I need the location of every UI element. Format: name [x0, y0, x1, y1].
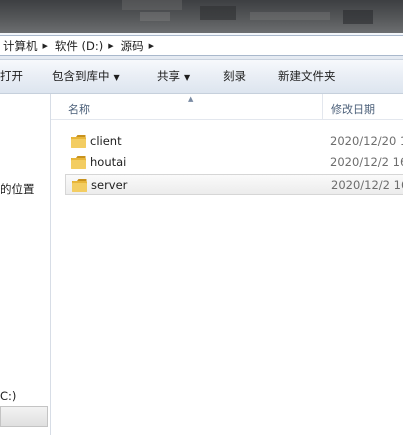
new-folder-label: 新建文件夹 — [278, 69, 336, 83]
file-date: 2020/12/2 16 — [330, 155, 403, 169]
breadcrumb-arrow-icon[interactable]: ▶ — [40, 42, 51, 50]
window-title-bar — [0, 0, 403, 33]
include-in-library-button[interactable]: 包含到库中 ▼ — [52, 60, 120, 93]
breadcrumb-computer[interactable]: 计算机 — [0, 38, 40, 54]
column-divider[interactable] — [322, 94, 323, 119]
file-list: ▲ 名称 修改日期 client 2020/12/20 1 houtai 202… — [51, 94, 403, 435]
file-date: 2020/12/20 1 — [330, 134, 403, 148]
share-button[interactable]: 共享 ▼ — [157, 60, 190, 93]
nav-item-locations[interactable]: 的位置 — [0, 181, 35, 197]
folder-icon — [72, 179, 87, 192]
file-row[interactable]: client 2020/12/20 1 — [65, 131, 403, 152]
address-bar: 计算机 ▶ 软件 (D:) ▶ 源码 ▶ — [0, 33, 403, 60]
file-date: 2020/12/2 16 — [331, 178, 403, 192]
breadcrumb-arrow-icon[interactable]: ▶ — [105, 42, 116, 50]
title-blur — [122, 0, 182, 10]
title-blur — [200, 6, 236, 20]
chevron-down-icon: ▼ — [113, 73, 120, 82]
file-name: client — [90, 134, 122, 148]
title-blur — [343, 10, 373, 24]
title-blur — [250, 12, 330, 20]
sort-ascending-icon: ▲ — [188, 95, 194, 103]
folder-icon — [71, 156, 86, 169]
burn-button[interactable]: 刻录 — [223, 60, 246, 93]
title-blur — [140, 12, 170, 21]
command-bar: 打开 包含到库中 ▼ 共享 ▼ 刻录 新建文件夹 — [0, 60, 403, 94]
breadcrumb-arrow-icon[interactable]: ▶ — [146, 42, 157, 50]
nav-item-selected[interactable] — [0, 406, 48, 427]
file-name: houtai — [90, 155, 127, 169]
breadcrumb-folder[interactable]: 源码 — [117, 38, 146, 54]
column-header-date-modified[interactable]: 修改日期 — [331, 101, 375, 117]
breadcrumb[interactable]: 计算机 ▶ 软件 (D:) ▶ 源码 ▶ — [0, 35, 403, 56]
breadcrumb-drive[interactable]: 软件 (D:) — [51, 38, 105, 54]
new-folder-button[interactable]: 新建文件夹 — [278, 60, 336, 93]
chevron-down-icon: ▼ — [184, 73, 191, 82]
file-row[interactable]: houtai 2020/12/2 16 — [65, 152, 403, 173]
file-name: server — [91, 178, 128, 192]
folder-icon — [71, 135, 86, 148]
column-header-row: ▲ 名称 修改日期 — [51, 94, 403, 120]
share-label: 共享 — [157, 69, 180, 83]
column-header-name[interactable]: 名称 — [68, 101, 90, 117]
include-in-library-label: 包含到库中 — [52, 69, 110, 83]
file-row-selected[interactable]: server 2020/12/2 16 — [65, 174, 403, 195]
open-button[interactable]: 打开 — [0, 60, 23, 93]
burn-label: 刻录 — [223, 69, 246, 83]
navigation-pane: 的位置 C:) — [0, 94, 51, 435]
nav-item-drive-c[interactable]: C:) — [0, 389, 16, 403]
open-label: 打开 — [0, 69, 23, 83]
